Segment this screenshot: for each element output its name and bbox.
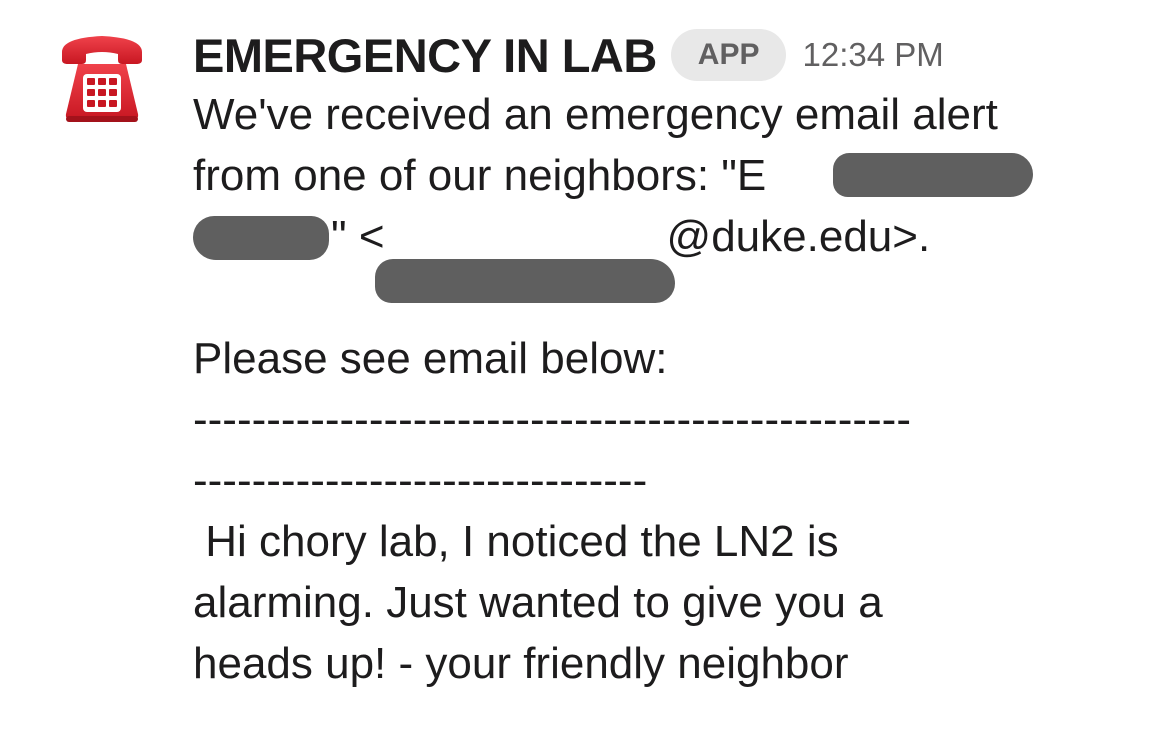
message-line: alarming. Just wanted to give you a [193, 578, 883, 627]
message-body: We've received an emergency email alert … [193, 84, 1153, 694]
redaction-mark [833, 153, 1033, 197]
message-line: from one of our neighbors: "E [193, 145, 1153, 206]
message-line: We've received an emergency email alert [193, 90, 998, 139]
message-line-text: from one of our neighbors: "E [193, 151, 767, 200]
app-badge: APP [670, 29, 787, 81]
message-line: Hi chory lab, I noticed the LN2 is [193, 517, 839, 566]
email-link[interactable]: @duke.edu>. [667, 212, 931, 261]
telephone-icon[interactable] [56, 30, 148, 126]
timestamp[interactable]: 12:34 PM [802, 36, 943, 74]
sender-name[interactable]: EMERGENCY IN LAB [193, 28, 657, 83]
divider-line: ------------------------------- [193, 456, 648, 505]
message-header: EMERGENCY IN LAB APP 12:34 PM [193, 26, 1153, 84]
message-line: heads up! - your friendly neighbor [193, 639, 849, 688]
message-line-text: " < [331, 212, 385, 261]
divider-line: ----------------------------------------… [193, 395, 911, 444]
message-line: " < @duke.edu>. [193, 206, 1153, 303]
message: EMERGENCY IN LAB APP 12:34 PM We've rece… [0, 0, 1170, 750]
message-content: EMERGENCY IN LAB APP 12:34 PM We've rece… [193, 26, 1153, 694]
redaction-mark [374, 259, 675, 303]
message-line: Please see email below: [193, 334, 668, 383]
redaction-mark [193, 216, 329, 260]
